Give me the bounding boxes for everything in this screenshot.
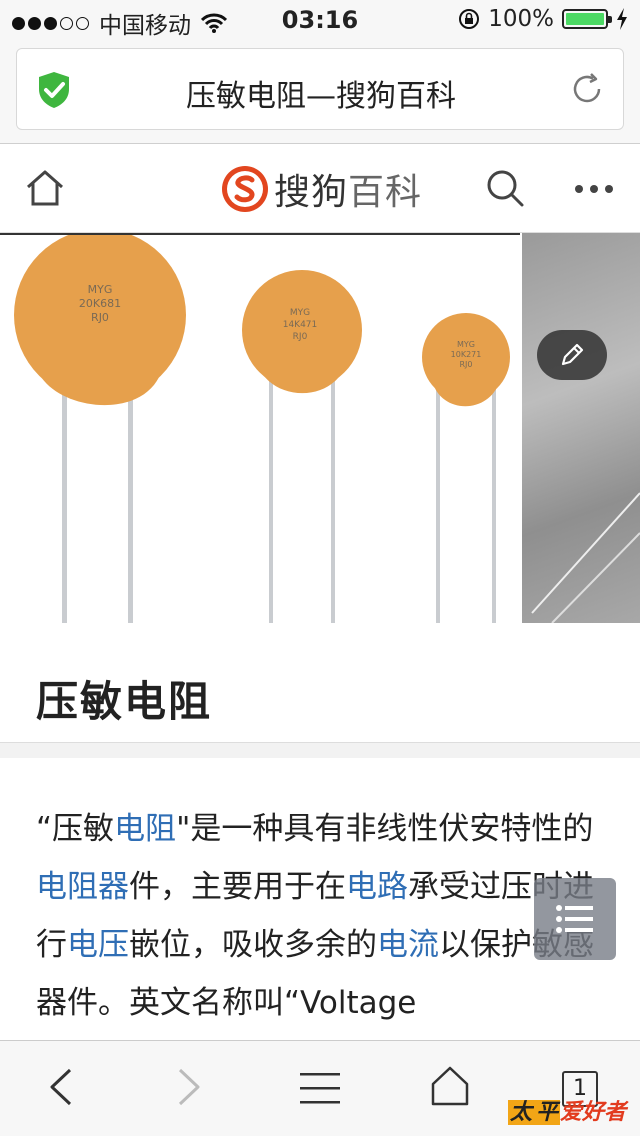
varistor-label-2-line1: MYG [290,308,310,318]
next-photo-preview[interactable] [522,233,640,623]
more-icon[interactable] [572,181,616,197]
intro-link[interactable]: 电阻 [114,811,176,847]
watermark: 太平爱好者 [508,1094,626,1126]
logo-sub-text: 百科 [348,172,423,213]
address-area: 压敏电阻—搜狗百科 [0,40,640,144]
intro-link[interactable]: 电压 [67,927,129,963]
varistor-label-3-line2: 10K271 [451,350,482,359]
varistor-label-1-line3: RJ0 [91,311,109,324]
entry-intro-paragraph: “压敏电阻"是一种具有非线性伏安特性的电阻器件，主要用于在电路承受过压时进行电压… [36,800,616,1032]
menu-icon[interactable] [300,1071,340,1105]
varistor-illustration: MYG 20K681 RJ0 MYG 14K471 RJ0 MYG 10K271… [14,233,510,623]
varistor-label-3-line3: RJ0 [459,360,472,369]
pencil-icon [561,343,584,366]
varistor-label-1-line1: MYG [88,283,113,296]
battery-icon [562,9,612,29]
intro-text: "是一种具有非线性伏安特性的 [176,811,594,847]
logo-text: 搜狗百科 [274,163,422,215]
varistor-photo: MYG 20K681 RJ0 MYG 14K471 RJ0 MYG 10K271… [0,233,520,623]
watermark-part1: 太 [508,1100,535,1125]
search-icon[interactable] [484,167,526,209]
home-icon[interactable] [24,167,66,209]
intro-link[interactable]: 电阻器 [36,869,129,905]
varistor-label-2-line2: 14K471 [283,320,318,330]
sogou-logo-icon [222,166,268,212]
logo-main-text: 搜狗 [274,172,349,213]
back-icon[interactable] [46,1067,74,1107]
site-header: 搜狗百科 [0,145,640,233]
charging-icon [617,8,627,30]
varistor-label-1-line2: 20K681 [79,297,121,310]
intro-link[interactable]: 电路 [346,869,408,905]
list-icon [556,905,593,933]
forward-icon[interactable] [176,1067,204,1107]
page-title-in-address-bar[interactable]: 压敏电阻—搜狗百科 [17,71,625,115]
entry-title: 压敏电阻 [36,677,213,726]
reload-icon[interactable] [569,71,605,107]
address-bar[interactable]: 压敏电阻—搜狗百科 [16,48,624,130]
status-right: 100% [458,6,628,32]
battery-fill [566,13,604,25]
edit-button[interactable] [537,330,607,380]
home-icon[interactable] [430,1065,470,1107]
orientation-lock-icon [459,9,480,29]
varistor-label-3-line1: MYG [457,340,475,349]
intro-text: “压敏 [36,811,115,847]
title-divider [0,742,640,758]
varistor-label-2-line3: RJ0 [293,332,308,342]
hero-image-carousel[interactable]: MYG 20K681 RJ0 MYG 14K471 RJ0 MYG 10K271… [0,233,640,623]
watermark-part2: 平 [534,1100,561,1125]
intro-link[interactable]: 电流 [377,927,439,963]
status-bar: 中国移动 03:16 100% [0,0,640,40]
battery-percent: 100% [488,6,554,32]
sogou-baike-logo[interactable]: 搜狗百科 [220,163,422,215]
table-of-contents-button[interactable] [534,878,616,960]
watermark-part3: 爱好者 [560,1100,627,1125]
intro-text: 嵌位，吸收多余的 [129,927,377,963]
intro-text: 件，主要用于在 [129,869,346,905]
